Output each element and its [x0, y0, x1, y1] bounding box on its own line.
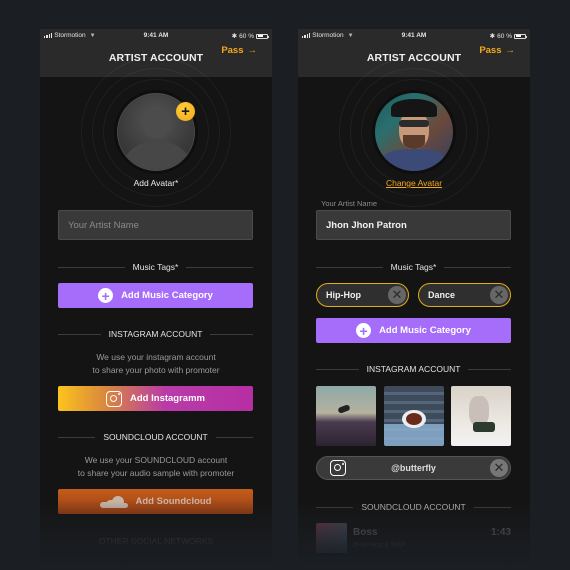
soundcloud-heading: SOUNDCLOUD ACCOUNT — [361, 502, 466, 512]
status-bar: Stormotion ▼ 9:41 AM ✱ 60 % — [40, 29, 272, 43]
instagram-divider: INSTAGRAM ACCOUNT — [58, 329, 254, 339]
battery-percent: 60 % — [239, 32, 254, 40]
soundcloud-divider: SOUNDCLOUD ACCOUNT — [316, 502, 511, 512]
instagram-handle: @butterfly — [391, 463, 436, 473]
pass-label: Pass — [479, 45, 502, 56]
remove-instagram-icon[interactable]: ✕ — [490, 459, 508, 477]
soundcloud-divider: SOUNDCLOUD ACCOUNT — [58, 432, 253, 442]
instagram-description: We use your instagram account to share y… — [92, 352, 220, 375]
instagram-photo-grid — [316, 386, 511, 446]
bluetooth-icon: ✱ — [489, 33, 496, 40]
music-tags-divider: Music Tags* — [58, 262, 254, 272]
add-avatar-label: Add Avatar* — [133, 178, 179, 188]
battery-icon — [256, 33, 269, 39]
arrow-right-icon: → — [505, 45, 516, 56]
screen-filled-artist-account: Stormotion ▼ 9:41 AM ✱ 60 % ARTIST ACCOU… — [298, 29, 530, 570]
remove-tag-icon[interactable]: ✕ — [388, 285, 406, 304]
add-soundcloud-label: Add Soundcloud — [135, 496, 212, 507]
track-cover — [316, 523, 347, 553]
tag-label: Hip-Hop — [326, 290, 361, 300]
add-music-category-button[interactable]: + Add Music Category — [316, 318, 511, 343]
pass-button[interactable]: Pass → — [221, 45, 257, 56]
battery-icon — [514, 33, 527, 39]
artist-name-input[interactable]: Jhon Jhon Patron — [316, 210, 511, 240]
track-genre: #Hip-Hop & RAP — [353, 542, 406, 549]
plus-circle-icon: + — [356, 323, 372, 338]
soundcloud-description: We use your SOUNDCLOUD account to share … — [77, 455, 235, 478]
screen-add-artist-account: Stormotion ▼ 9:41 AM ✱ 60 % ARTIST ACCOU… — [40, 29, 272, 570]
instagram-divider: INSTAGRAM ACCOUNT — [316, 364, 512, 374]
instagram-heading: INSTAGRAM ACCOUNT — [108, 329, 203, 339]
artist-name-label: Your Artist Name — [321, 199, 377, 208]
add-instagram-label: Add Instagramm — [130, 393, 205, 404]
pass-label: Pass — [221, 45, 244, 56]
soundcloud-track[interactable]: Boss #Hip-Hop & RAP 1:43 — [316, 523, 511, 553]
instagram-photo[interactable] — [383, 386, 444, 446]
music-tags-heading: Music Tags* — [390, 262, 437, 272]
add-music-category-label: Add Music Category — [121, 290, 213, 301]
instagram-photo[interactable] — [316, 386, 376, 446]
status-bar: Stormotion ▼ 9:41 AM ✱ 60 % — [298, 29, 530, 43]
other-networks-heading: OTHER SOCIAL NETWORKS — [98, 536, 214, 546]
add-instagram-button[interactable]: Add Instagramm — [58, 386, 253, 411]
battery-percent: 60 % — [497, 32, 512, 40]
instagram-heading: INSTAGRAM ACCOUNT — [366, 364, 461, 374]
instagram-photo[interactable] — [451, 386, 511, 446]
tag-label: Dance — [428, 290, 456, 300]
soundcloud-icon — [99, 495, 128, 508]
music-tag: Dance ✕ — [418, 283, 511, 307]
track-duration: 1:43 — [490, 527, 511, 538]
instagram-account-chip: @butterfly ✕ — [316, 456, 511, 480]
music-tags-divider: Music Tags* — [316, 262, 512, 272]
track-name: Boss — [353, 527, 378, 538]
change-avatar-link[interactable]: Change Avatar — [298, 178, 530, 188]
add-avatar-plus-icon[interactable]: + — [176, 102, 195, 121]
add-music-category-label: Add Music Category — [379, 325, 471, 336]
add-music-category-button[interactable]: + Add Music Category — [58, 283, 253, 308]
add-soundcloud-button[interactable]: Add Soundcloud — [58, 489, 253, 514]
bluetooth-icon: ✱ — [231, 33, 238, 40]
soundcloud-heading: SOUNDCLOUD ACCOUNT — [103, 432, 208, 442]
plus-circle-icon: + — [98, 288, 114, 303]
artist-name-input[interactable]: Your Artist Name — [58, 210, 253, 240]
arrow-right-icon: → — [247, 45, 258, 56]
music-tag: Hip-Hop ✕ — [316, 283, 409, 307]
remove-tag-icon[interactable]: ✕ — [490, 285, 508, 304]
avatar-photo[interactable] — [375, 93, 453, 171]
pass-button[interactable]: Pass → — [479, 45, 515, 56]
instagram-icon — [106, 390, 123, 407]
music-tags-heading: Music Tags* — [132, 262, 179, 272]
instagram-icon — [330, 460, 346, 476]
user-silhouette-icon — [143, 107, 171, 139]
